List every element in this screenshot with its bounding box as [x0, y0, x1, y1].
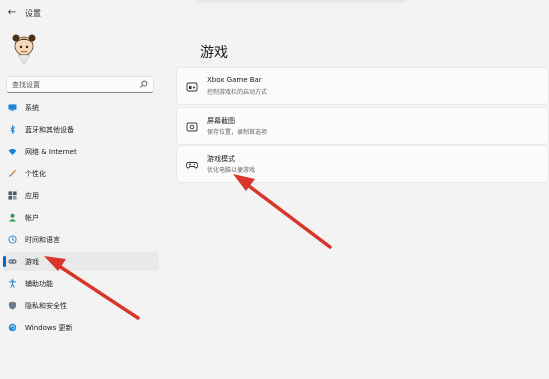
app-title: 设置	[25, 9, 41, 18]
sidebar-item-windows-update[interactable]: Windows 更新	[3, 318, 159, 337]
pen-brush-icon	[8, 169, 17, 178]
capture-icon	[186, 122, 198, 132]
game-bar-icon	[186, 82, 198, 92]
wifi-icon	[8, 148, 17, 156]
update-icon	[8, 323, 17, 332]
controller-icon	[186, 162, 198, 169]
person-icon	[8, 213, 17, 222]
system-monitor-icon	[8, 104, 17, 112]
accessibility-icon	[8, 279, 17, 288]
apps-icon	[8, 191, 17, 200]
card-title: Xbox Game Bar	[207, 76, 262, 84]
card-description: 控制游戏栏的启动方式	[207, 89, 268, 96]
search-input[interactable]	[12, 79, 130, 91]
back-button[interactable]: ←	[5, 6, 19, 20]
sidebar-item-privacy[interactable]: 隐私和安全性	[3, 296, 159, 315]
setting-card-captures[interactable]: 屏幕截图 保存位置，录制首选项	[176, 107, 549, 145]
top-edge-search-box[interactable]	[196, 0, 406, 3]
sidebar-item-label: 蓝牙和其他设备	[25, 126, 74, 134]
sidebar-item-label: 网络 & Internet	[25, 148, 77, 156]
sidebar-item-label: 游戏	[25, 258, 39, 266]
sidebar-item-label: 系统	[25, 104, 39, 112]
card-description: 优化电脑以便游戏	[207, 167, 256, 174]
gamepad-icon	[8, 259, 17, 264]
sidebar-item-accounts[interactable]: 帐户	[3, 208, 159, 227]
selected-indicator	[3, 256, 6, 267]
setting-card-game-mode[interactable]: 游戏模式 优化电脑以便游戏	[176, 145, 549, 183]
card-description: 保存位置，录制首选项	[207, 129, 268, 136]
title-bar: ← 设置	[0, 0, 549, 26]
card-title: 游戏模式	[207, 155, 235, 163]
avatar[interactable]	[6, 30, 42, 64]
sidebar-item-label: 个性化	[25, 170, 46, 178]
sidebar-item-accessibility[interactable]: 辅助功能	[3, 274, 159, 293]
card-title: 屏幕截图	[207, 117, 235, 125]
sidebar-item-network[interactable]: 网络 & Internet	[3, 142, 159, 161]
sidebar-item-apps[interactable]: 应用	[3, 186, 159, 205]
sidebar-item-bluetooth[interactable]: 蓝牙和其他设备	[3, 120, 159, 139]
sidebar-item-label: 辅助功能	[25, 280, 53, 288]
shield-icon	[8, 301, 17, 310]
sidebar-item-label: Windows 更新	[25, 324, 73, 332]
settings-window: ← 设置 系统 蓝牙和其他设备 网络 & Interne	[0, 0, 549, 379]
arrow-to-game-mode	[233, 174, 332, 249]
sidebar-item-label: 帐户	[25, 214, 39, 222]
setting-card-xbox-game-bar[interactable]: Xbox Game Bar 控制游戏栏的启动方式	[176, 67, 549, 105]
sidebar-item-label: 应用	[25, 192, 39, 200]
sidebar-search-box[interactable]	[6, 76, 154, 93]
sidebar-item-personalization[interactable]: 个性化	[3, 164, 159, 183]
page-title: 游戏	[200, 45, 228, 61]
sidebar-item-label: 时间和语言	[25, 236, 60, 244]
bluetooth-icon	[10, 125, 15, 134]
globe-clock-icon	[8, 235, 17, 244]
sidebar-item-time-language[interactable]: 时间和语言	[3, 230, 159, 249]
search-icon[interactable]	[139, 80, 148, 89]
sidebar-item-gaming[interactable]: 游戏	[3, 252, 159, 271]
sidebar-item-label: 隐私和安全性	[25, 302, 67, 310]
sidebar-item-system[interactable]: 系统	[3, 98, 159, 117]
